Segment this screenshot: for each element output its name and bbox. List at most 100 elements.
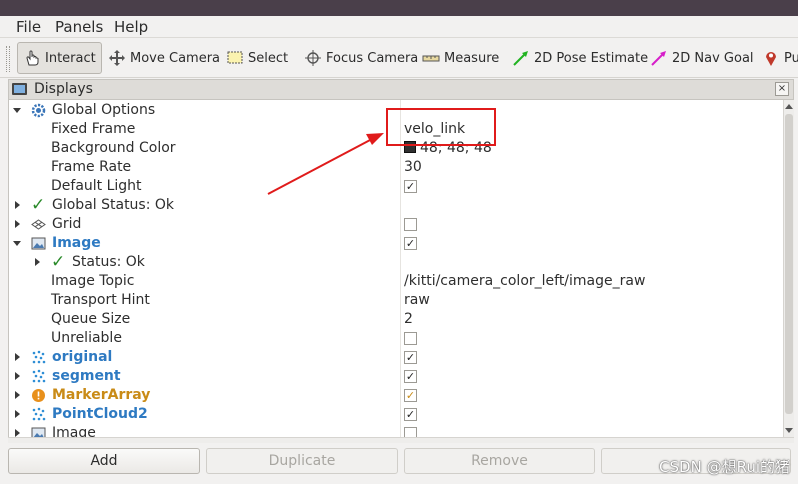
image-checkbox[interactable]: ✓ (404, 237, 417, 250)
select-rect-icon (226, 49, 244, 67)
menu-file[interactable]: File (16, 18, 41, 36)
tree-row-original[interactable]: original ✓ (9, 348, 783, 367)
hand-pointer-icon (23, 49, 41, 67)
scroll-down-arrow-icon[interactable] (785, 428, 793, 433)
tool-2d-nav-goal-label: 2D Nav Goal (672, 50, 754, 66)
transport-hint-value[interactable]: raw (404, 291, 430, 310)
duplicate-button[interactable]: Duplicate (206, 448, 398, 474)
tree-row-marker-array[interactable]: MarkerArray ✓ (9, 386, 783, 405)
image2-checkbox[interactable] (404, 427, 417, 437)
image-icon (31, 236, 46, 251)
grid-checkbox[interactable] (404, 218, 417, 231)
tree-row-default-light[interactable]: Default Light ✓ (9, 177, 783, 196)
tree-label: MarkerArray (52, 387, 151, 403)
original-checkbox[interactable]: ✓ (404, 351, 417, 364)
tool-focus-camera-button[interactable]: Focus Camera (304, 42, 418, 74)
tree-label: Unreliable (51, 330, 122, 346)
remove-button[interactable]: Remove (404, 448, 595, 474)
marker-array-checkbox[interactable]: ✓ (404, 389, 417, 402)
tree-row-image-topic[interactable]: Image Topic /kitti/camera_color_left/ima… (9, 272, 783, 291)
annotation-highlight-box (386, 108, 496, 146)
tree-row-unreliable[interactable]: Unreliable (9, 329, 783, 348)
displays-panel-header: Displays × (8, 79, 794, 100)
scroll-up-arrow-icon[interactable] (785, 104, 793, 109)
menu-bar: File Panels Help (0, 16, 798, 38)
queue-size-value[interactable]: 2 (404, 310, 413, 329)
monitor-icon (12, 83, 27, 95)
collapse-arrow-icon[interactable] (15, 220, 20, 228)
tree-label: Global Options (52, 102, 156, 118)
tool-bar: Interact Move Camera Select Focus Camera… (0, 38, 798, 78)
focus-target-icon (304, 49, 322, 67)
tree-row-image-2[interactable]: Image (9, 424, 783, 437)
pointcloud-icon (31, 350, 46, 365)
vertical-scrollbar[interactable] (783, 100, 794, 437)
horizontal-scrollbar[interactable] (8, 437, 794, 443)
collapse-arrow-icon[interactable] (35, 258, 40, 266)
tree-label: Image (52, 425, 96, 437)
expand-arrow-icon[interactable] (13, 241, 21, 246)
checkmark-ok-icon: ✓ (31, 195, 46, 215)
tree-row-global-status[interactable]: ✓ Global Status: Ok (9, 196, 783, 215)
tool-publish-point-button[interactable]: Pul (762, 42, 798, 74)
window-top-strip (0, 0, 798, 16)
add-button[interactable]: Add (8, 448, 200, 474)
tree-label: original (52, 349, 113, 365)
tool-interact-button[interactable]: Interact (17, 42, 102, 74)
default-light-checkbox[interactable]: ✓ (404, 180, 417, 193)
pointcloud-icon (31, 369, 46, 384)
collapse-arrow-icon[interactable] (15, 201, 20, 209)
tree-label: PointCloud2 (52, 406, 148, 422)
collapse-arrow-icon[interactable] (15, 372, 20, 380)
tree-row-transport-hint[interactable]: Transport Hint raw (9, 291, 783, 310)
ruler-icon (422, 49, 440, 67)
tree-label: Default Light (51, 178, 142, 194)
tool-2d-nav-goal-button[interactable]: 2D Nav Goal (650, 42, 754, 74)
menu-help[interactable]: Help (114, 18, 148, 36)
tool-select-button[interactable]: Select (226, 42, 288, 74)
tree-label: Global Status: Ok (52, 197, 175, 213)
segment-checkbox[interactable]: ✓ (404, 370, 417, 383)
collapse-arrow-icon[interactable] (15, 429, 20, 437)
menu-file-label: File (16, 18, 42, 36)
tree-label: Transport Hint (51, 292, 150, 308)
tree-row-frame-rate[interactable]: Frame Rate 30 (9, 158, 783, 177)
tool-measure-label: Measure (444, 50, 500, 66)
tree-row-grid[interactable]: Grid (9, 215, 783, 234)
tool-interact-label: Interact (45, 50, 96, 66)
collapse-arrow-icon[interactable] (15, 353, 20, 361)
image-icon (31, 426, 46, 437)
toolbar-grip-handle[interactable] (6, 46, 10, 72)
tree-label: Frame Rate (51, 159, 132, 175)
tool-2d-pose-estimate-label: 2D Pose Estimate (534, 50, 649, 66)
scrollbar-thumb[interactable] (785, 114, 793, 414)
close-panel-button[interactable]: × (775, 82, 789, 96)
tree-row-queue-size[interactable]: Queue Size 2 (9, 310, 783, 329)
pointcloud2-checkbox[interactable]: ✓ (404, 408, 417, 421)
tool-2d-pose-estimate-button[interactable]: 2D Pose Estimate (512, 42, 648, 74)
tool-measure-button[interactable]: Measure (422, 42, 499, 74)
tree-row-image[interactable]: Image ✓ (9, 234, 783, 253)
unreliable-checkbox[interactable] (404, 332, 417, 345)
pink-arrow-icon (650, 49, 668, 67)
pointcloud-icon (31, 407, 46, 422)
tool-move-camera-button[interactable]: Move Camera (108, 42, 220, 74)
tree-row-pointcloud2[interactable]: PointCloud2 ✓ (9, 405, 783, 424)
green-arrow-icon (512, 49, 530, 67)
tree-row-image-status[interactable]: ✓ Status: Ok (9, 253, 783, 272)
displays-tree: Global Options Fixed Frame velo_link Bac… (8, 100, 783, 437)
tree-label: segment (52, 368, 121, 384)
frame-rate-value[interactable]: 30 (404, 158, 422, 177)
tree-row-segment[interactable]: segment ✓ (9, 367, 783, 386)
image-topic-value[interactable]: /kitti/camera_color_left/image_raw (404, 272, 645, 291)
collapse-arrow-icon[interactable] (15, 410, 20, 418)
tool-focus-camera-label: Focus Camera (326, 50, 419, 66)
gear-icon (31, 103, 46, 118)
tool-publish-point-label: Pul (784, 50, 798, 66)
tool-move-camera-label: Move Camera (130, 50, 221, 66)
expand-arrow-icon[interactable] (13, 108, 21, 113)
menu-help-label: Help (114, 18, 149, 36)
menu-panels[interactable]: Panels (55, 18, 103, 36)
map-pin-icon (762, 49, 780, 67)
collapse-arrow-icon[interactable] (15, 391, 20, 399)
